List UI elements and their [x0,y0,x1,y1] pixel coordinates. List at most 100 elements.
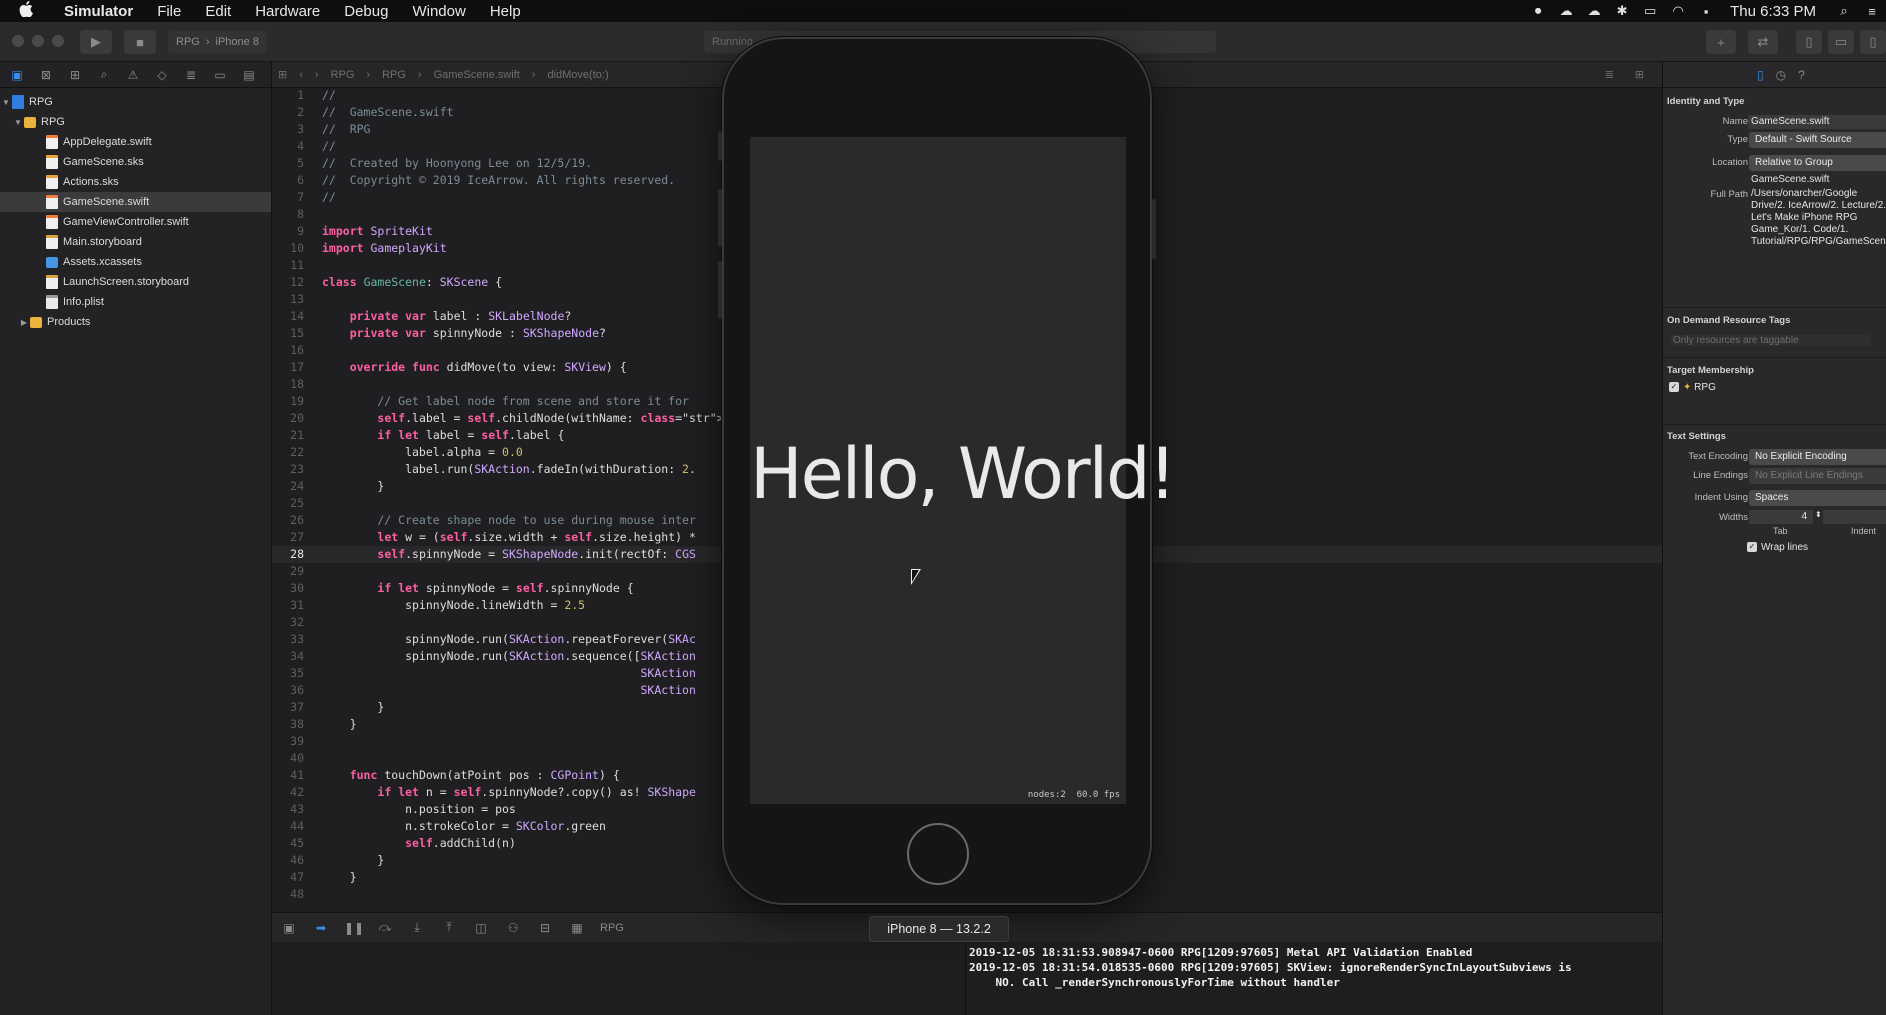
line-number[interactable]: 25 [272,495,312,512]
disclosure-open-icon[interactable]: ▼ [0,98,12,107]
menu-bar-clock[interactable]: Thu 6:33 PM [1720,3,1830,20]
memory-graph-icon[interactable]: ⚇ [504,921,522,935]
tree-row-file[interactable]: LaunchScreen.storyboard [0,272,271,292]
run-button[interactable]: ▶ [80,30,112,54]
line-number[interactable]: 48 [272,886,312,903]
odr-tags-field[interactable]: Only resources are taggable [1671,335,1871,346]
line-number[interactable]: 24 [272,478,312,495]
tree-row-project[interactable]: ▼ RPG [0,92,271,112]
menu-edit[interactable]: Edit [193,3,243,20]
line-number[interactable]: 37 [272,699,312,716]
line-number[interactable]: 20 [272,410,312,427]
simulator-screen[interactable]: Hello, World! nodes:2 60.0 fps [750,137,1177,804]
breadcrumb-symbol[interactable]: didMove(to:) [541,69,614,81]
line-number[interactable]: 3 [272,121,312,138]
line-number[interactable]: 45 [272,835,312,852]
pause-icon[interactable]: ❚❚ [344,921,364,935]
debug-console[interactable]: 2019-12-05 18:31:53.908947-0600 RPG[1209… [966,942,1662,1015]
line-number[interactable]: 43 [272,801,312,818]
menu-help[interactable]: Help [478,3,533,20]
issue-warning-icon[interactable]: ⚠ [124,68,142,82]
disclosure-open-icon[interactable]: ▼ [12,118,24,127]
menu-hardware[interactable]: Hardware [243,3,332,20]
line-number[interactable]: 8 [272,206,312,223]
add-editor-icon[interactable]: ⊞ [1629,68,1650,81]
spotlight-search-icon[interactable]: ⌕ [1830,3,1858,19]
line-number[interactable]: 11 [272,257,312,274]
line-number[interactable]: 14 [272,308,312,325]
line-number[interactable]: 6 [272,172,312,189]
folder-icon[interactable]: ▣ [8,68,26,82]
debug-target-label[interactable]: RPG [600,922,624,934]
bluetooth-icon[interactable]: ✱ [1608,3,1636,19]
breadcrumb-file[interactable]: GameScene.swift [428,69,526,81]
line-number[interactable]: 13 [272,291,312,308]
back-button[interactable]: ‹ [293,69,309,81]
apple-menu-icon[interactable] [0,0,52,22]
toggle-debug-area-button[interactable]: ▭ [1828,30,1854,54]
line-number[interactable]: 7 [272,189,312,206]
quick-help-icon[interactable]: ? [1798,68,1805,82]
tree-row-group[interactable]: ▼ RPG [0,112,271,132]
line-number[interactable]: 23 [272,461,312,478]
file-inspector-icon[interactable]: ▯ [1757,68,1764,82]
flag-input-icon[interactable]: ▪ [1692,4,1720,19]
tree-row-file[interactable]: AppDelegate.swift [0,132,271,152]
history-inspector-icon[interactable]: ◷ [1776,68,1786,82]
volume-up-button[interactable] [718,189,722,247]
line-number[interactable]: 47 [272,869,312,886]
line-number[interactable]: 31 [272,597,312,614]
type-popup[interactable]: Default - Swift Source [1749,132,1886,148]
tree-row-file[interactable]: GameScene.sks [0,152,271,172]
menu-window[interactable]: Window [400,3,477,20]
record-icon[interactable]: ⏺ [1524,3,1552,19]
line-number[interactable]: 44 [272,818,312,835]
tree-row-file[interactable]: Actions.sks [0,172,271,192]
indent-using-popup[interactable]: Spaces [1749,490,1886,506]
line-number[interactable]: 30 [272,580,312,597]
step-out-icon[interactable]: ⤒ [440,920,458,935]
icloud-icon[interactable]: ☁ [1580,3,1608,19]
line-number[interactable]: 22 [272,444,312,461]
location-icon[interactable]: ▦ [568,921,586,935]
menu-app-simulator[interactable]: Simulator [52,3,145,20]
environment-overrides-icon[interactable]: ⊟ [536,921,554,935]
volume-down-button[interactable] [718,261,722,319]
notification-center-icon[interactable]: ≡ [1858,4,1886,19]
line-number[interactable]: 42 [272,784,312,801]
power-button[interactable] [1152,199,1156,259]
line-number[interactable]: 36 [272,682,312,699]
hide-debug-area-icon[interactable]: ▣ [280,921,298,935]
stop-button[interactable]: ■ [124,30,156,54]
breakpoint-icon[interactable]: ▭ [211,68,229,82]
window-minimize-button[interactable] [32,35,44,47]
test-diamond-icon[interactable]: ◇ [153,68,171,82]
line-number[interactable]: 34 [272,648,312,665]
tab-width-stepper[interactable]: ⬍ [1815,510,1822,519]
creative-cloud-icon[interactable]: ☁ [1552,3,1580,19]
line-number[interactable]: 18 [272,376,312,393]
tree-row-products[interactable]: ▶ Products [0,312,271,332]
line-number[interactable]: 35 [272,665,312,682]
line-number[interactable]: 29 [272,563,312,580]
line-number[interactable]: 10 [272,240,312,257]
code-review-button[interactable]: ⇄ [1748,30,1778,54]
line-number[interactable]: 46 [272,852,312,869]
airplay-icon[interactable]: ▭ [1636,3,1664,19]
step-into-icon[interactable]: ⤓ [408,920,426,935]
line-number[interactable]: 39 [272,733,312,750]
line-number[interactable]: 16 [272,342,312,359]
line-number[interactable]: 38 [272,716,312,733]
tab-width-field[interactable]: 4 [1749,510,1813,524]
line-number[interactable]: 2 [272,104,312,121]
step-over-icon[interactable]: ⤼ [376,920,394,935]
menu-file[interactable]: File [145,3,193,20]
name-field[interactable]: GameScene.swift [1748,115,1886,129]
line-number[interactable]: 15 [272,325,312,342]
line-number[interactable]: 32 [272,614,312,631]
location-popup[interactable]: Relative to Group [1749,155,1886,171]
indent-width-field[interactable] [1823,510,1886,524]
line-number[interactable]: 41 [272,767,312,784]
target-checkbox[interactable]: ✓ [1669,382,1679,393]
breakpoints-toggle-icon[interactable]: ➡ [312,921,330,935]
